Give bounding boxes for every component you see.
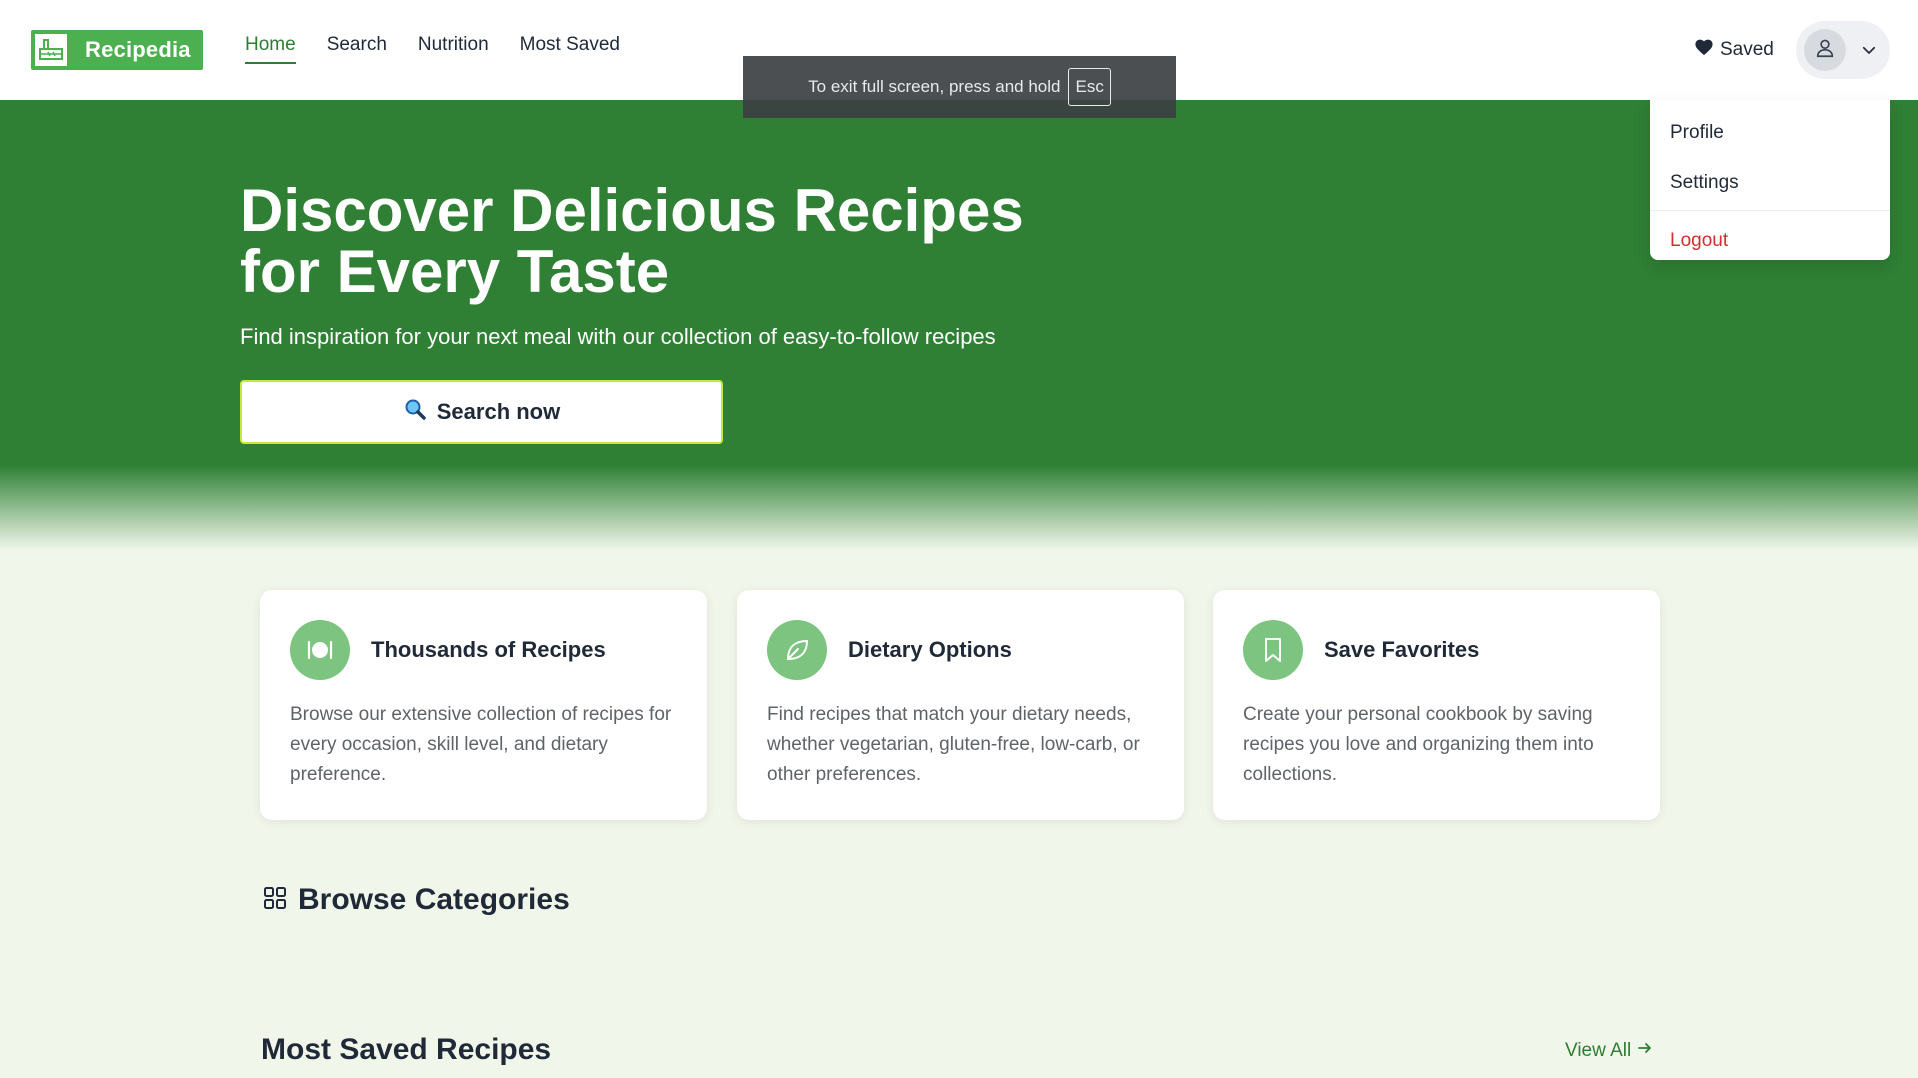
- nav-search[interactable]: Search: [327, 34, 387, 64]
- bookmark-icon: [1243, 620, 1303, 680]
- leaf-icon: [767, 620, 827, 680]
- heart-icon: [1694, 38, 1714, 62]
- arrow-right-icon: [1637, 1040, 1653, 1062]
- user-icon: [1814, 37, 1836, 64]
- toast-message: To exit full screen, press and hold: [808, 77, 1061, 96]
- search-now-button[interactable]: Search now: [240, 380, 723, 444]
- fullscreen-exit-toast: To exit full screen, press and hold Esc: [743, 56, 1176, 118]
- view-all-label: View All: [1565, 1040, 1632, 1061]
- search-now-label: Search now: [436, 399, 561, 424]
- browse-categories-header: Browse Categories: [262, 883, 570, 917]
- user-dropdown-menu: Profile Settings Logout: [1650, 100, 1890, 260]
- cooking-pot-icon: [33, 32, 69, 68]
- user-menu-button[interactable]: [1796, 21, 1890, 79]
- saved-link[interactable]: Saved: [1694, 38, 1774, 62]
- view-all-link[interactable]: View All: [1565, 1040, 1653, 1062]
- hero-title: Discover Delicious Recipes for Every Tas…: [240, 177, 1024, 305]
- menu-item-logout[interactable]: Logout: [1650, 215, 1890, 267]
- feature-title: Thousands of Recipes: [371, 637, 606, 662]
- feature-description: Find recipes that match your dietary nee…: [767, 704, 1140, 785]
- brand-logo[interactable]: Recipedia: [31, 30, 203, 70]
- nav-most-saved[interactable]: Most Saved: [520, 34, 620, 64]
- feature-card-recipes: Thousands of Recipes Browse our extensiv…: [260, 590, 707, 820]
- menu-item-settings[interactable]: Settings: [1650, 158, 1890, 208]
- hero-subtitle: Find inspiration for your next meal with…: [240, 324, 996, 349]
- nav-nutrition[interactable]: Nutrition: [418, 34, 489, 64]
- esc-key-hint: Esc: [1068, 68, 1111, 106]
- menu-item-profile[interactable]: Profile: [1650, 108, 1890, 158]
- chevron-down-icon: [1860, 41, 1878, 59]
- most-saved-title: Most Saved Recipes: [261, 1033, 552, 1066]
- plate-utensils-icon: [290, 620, 350, 680]
- saved-label: Saved: [1720, 39, 1774, 60]
- brand-name: Recipedia: [85, 37, 191, 62]
- main-nav: Home Search Nutrition Most Saved: [245, 34, 651, 64]
- grid-icon: [262, 885, 288, 916]
- feature-title: Save Favorites: [1324, 637, 1480, 662]
- feature-title: Dietary Options: [848, 637, 1012, 662]
- feature-card-dietary: Dietary Options Find recipes that match …: [737, 590, 1184, 820]
- feature-card-favorites: Save Favorites Create your personal cook…: [1213, 590, 1660, 820]
- feature-description: Create your personal cookbook by saving …: [1243, 704, 1594, 785]
- avatar: [1804, 29, 1846, 71]
- nav-home[interactable]: Home: [245, 34, 296, 64]
- magnifying-glass-icon: [403, 397, 427, 427]
- browse-categories-title: Browse Categories: [298, 883, 570, 916]
- menu-divider: [1650, 210, 1890, 211]
- feature-description: Browse our extensive collection of recip…: [290, 704, 672, 785]
